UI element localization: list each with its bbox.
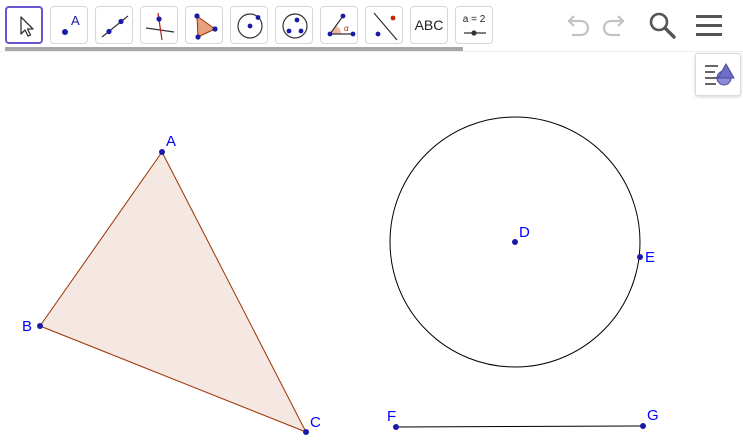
perpendicular-line-tool-button[interactable] <box>140 6 178 44</box>
label-g: G <box>647 407 659 424</box>
line-through-two-points-icon <box>101 15 129 38</box>
circle-three-points-tool-button[interactable] <box>275 6 313 44</box>
reflect-about-line-icon <box>373 12 398 41</box>
search-icon <box>649 12 676 39</box>
point-icon: A <box>62 13 80 35</box>
reflect-tool-button[interactable] <box>365 6 403 44</box>
slider-tool-button[interactable]: a = 2 <box>455 6 493 44</box>
text-icon: ABC <box>414 17 444 33</box>
label-d: D <box>519 224 530 241</box>
text-tool-button[interactable]: ABC <box>410 6 448 44</box>
angle-icon: α <box>327 13 356 37</box>
circle-center-point-icon <box>237 13 263 39</box>
point-icon-label: A <box>71 13 80 28</box>
angle-tool-button[interactable]: α <box>320 6 358 44</box>
graphics-view[interactable]: A B C D E F G <box>0 52 743 445</box>
point-c[interactable] <box>303 429 309 435</box>
polygon-icon <box>194 13 218 40</box>
label-b: B <box>22 318 32 335</box>
circle-center-point-tool-button[interactable] <box>230 6 268 44</box>
circle-three-points-icon <box>282 13 308 39</box>
toolbar: A α ABC a = 2 <box>0 0 743 48</box>
point-tool-button[interactable]: A <box>50 6 88 44</box>
point-a[interactable] <box>159 149 165 155</box>
point-g[interactable] <box>640 423 646 429</box>
label-c: C <box>310 414 321 431</box>
segment-fg[interactable] <box>395 425 644 428</box>
arrow-cursor-icon <box>20 16 34 37</box>
label-e: E <box>645 249 655 266</box>
perpendicular-line-icon <box>145 12 175 41</box>
polygon-tool-button[interactable] <box>185 6 223 44</box>
redo-button[interactable] <box>597 8 631 42</box>
label-a: A <box>166 133 176 150</box>
angle-icon-label: α <box>344 24 349 33</box>
menu-button[interactable] <box>692 8 726 42</box>
redo-icon <box>602 15 625 37</box>
move-tool-button[interactable] <box>5 6 43 44</box>
label-f: F <box>387 408 396 425</box>
point-d[interactable] <box>512 239 518 245</box>
menu-icon <box>696 15 722 36</box>
slider-icon <box>464 30 486 36</box>
point-e[interactable] <box>637 254 643 260</box>
triangle-fill[interactable] <box>40 152 306 432</box>
line-tool-button[interactable] <box>95 6 133 44</box>
undo-button[interactable] <box>561 8 595 42</box>
undo-icon <box>567 15 590 37</box>
point-b[interactable] <box>37 323 43 329</box>
search-button[interactable] <box>645 8 679 42</box>
